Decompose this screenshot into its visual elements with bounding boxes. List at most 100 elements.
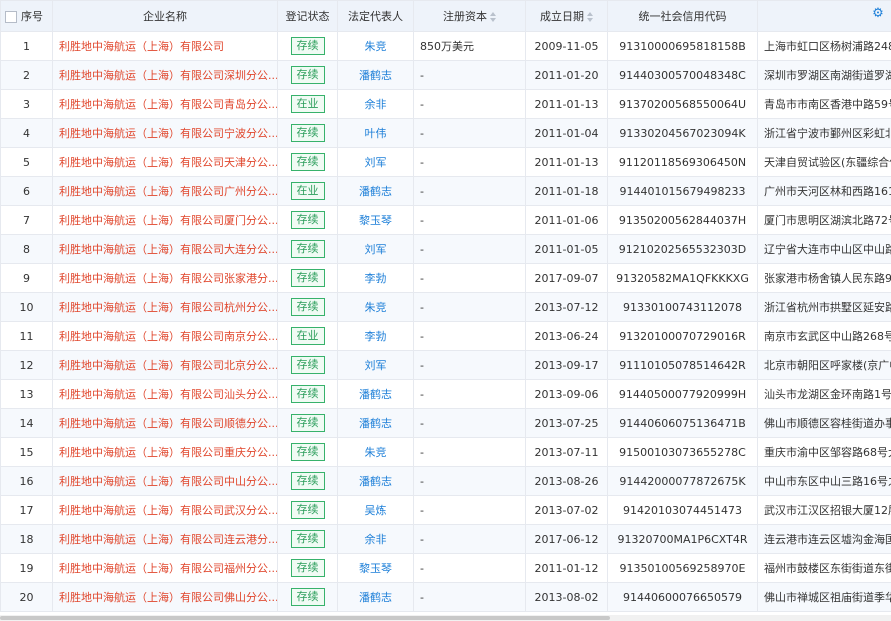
table-row[interactable]: 20 利胜地中海航运（上海）有限公司佛山分公... 存续 潘鹤志 - 2013-08-02…	[0, 582, 891, 612]
legal-rep-link-cell[interactable]: 朱竞	[337, 437, 414, 467]
company-name-link[interactable]: 利胜地中海航运（上海）有限公司连云港分...	[59, 533, 277, 546]
legal-rep-link-cell[interactable]: 朱竞	[337, 31, 414, 61]
legal-rep-link[interactable]: 潘鹤志	[359, 69, 392, 82]
company-name-link[interactable]: 利胜地中海航运（上海）有限公司天津分公...	[59, 156, 277, 169]
header-registered-capital[interactable]: 注册资本	[413, 0, 526, 32]
company-name-link[interactable]: 利胜地中海航运（上海）有限公司杭州分公...	[59, 301, 277, 314]
sort-capital-icon[interactable]	[490, 12, 496, 22]
legal-rep-link[interactable]: 朱竞	[365, 446, 387, 459]
company-name-link[interactable]: 利胜地中海航运（上海）有限公司中山分公...	[59, 475, 277, 488]
company-name-link-cell[interactable]: 利胜地中海航运（上海）有限公司广州分公...	[52, 176, 278, 206]
company-name-link-cell[interactable]: 利胜地中海航运（上海）有限公司武汉分公...	[52, 495, 278, 525]
company-name-link[interactable]: 利胜地中海航运（上海）有限公司汕头分公...	[59, 388, 277, 401]
company-name-link[interactable]: 利胜地中海航运（上海）有限公司福州分公...	[59, 562, 277, 575]
legal-rep-link-cell[interactable]: 潘鹤志	[337, 379, 414, 409]
legal-rep-link-cell[interactable]: 余非	[337, 524, 414, 554]
legal-rep-link[interactable]: 叶伟	[365, 127, 387, 140]
company-name-link[interactable]: 利胜地中海航运（上海）有限公司深圳分公...	[59, 69, 277, 82]
legal-rep-link[interactable]: 朱竞	[365, 40, 387, 53]
table-row[interactable]: 10 利胜地中海航运（上海）有限公司杭州分公... 存续 朱竞 - 2013-07-12 9…	[0, 292, 891, 322]
legal-rep-link[interactable]: 余非	[365, 533, 387, 546]
legal-rep-link-cell[interactable]: 李勃	[337, 263, 414, 293]
table-row[interactable]: 12 利胜地中海航运（上海）有限公司北京分公... 存续 刘军 - 2013-09-17 9…	[0, 350, 891, 380]
table-row[interactable]: 11 利胜地中海航运（上海）有限公司南京分公... 在业 李勃 - 2013-06-24 9…	[0, 321, 891, 351]
select-all-checkbox[interactable]	[5, 11, 17, 23]
company-name-link-cell[interactable]: 利胜地中海航运（上海）有限公司深圳分公...	[52, 60, 278, 90]
company-name-link[interactable]: 利胜地中海航运（上海）有限公司重庆分公...	[59, 446, 277, 459]
legal-rep-link[interactable]: 潘鹤志	[359, 475, 392, 488]
legal-rep-link-cell[interactable]: 刘军	[337, 234, 414, 264]
company-name-link-cell[interactable]: 利胜地中海航运（上海）有限公司汕头分公...	[52, 379, 278, 409]
company-name-link-cell[interactable]: 利胜地中海航运（上海）有限公司厦门分公...	[52, 205, 278, 235]
legal-rep-link[interactable]: 刘军	[365, 156, 387, 169]
legal-rep-link-cell[interactable]: 潘鹤志	[337, 582, 414, 612]
legal-rep-link-cell[interactable]: 叶伟	[337, 118, 414, 148]
table-row[interactable]: 17 利胜地中海航运（上海）有限公司武汉分公... 存续 吴炼 - 2013-07-02 9…	[0, 495, 891, 525]
table-row[interactable]: 19 利胜地中海航运（上海）有限公司福州分公... 存续 黎玉琴 - 2011-01-12…	[0, 553, 891, 583]
table-row[interactable]: 8 利胜地中海航运（上海）有限公司大连分公... 存续 刘军 - 2011-01-05 91…	[0, 234, 891, 264]
legal-rep-link-cell[interactable]: 李勃	[337, 321, 414, 351]
legal-rep-link-cell[interactable]: 潘鹤志	[337, 408, 414, 438]
legal-rep-link-cell[interactable]: 刘军	[337, 350, 414, 380]
company-name-link[interactable]: 利胜地中海航运（上海）有限公司南京分公...	[59, 330, 277, 343]
table-row[interactable]: 16 利胜地中海航运（上海）有限公司中山分公... 存续 潘鹤志 - 2013-08-26…	[0, 466, 891, 496]
legal-rep-link[interactable]: 刘军	[365, 359, 387, 372]
legal-rep-link[interactable]: 吴炼	[365, 504, 387, 517]
legal-rep-link[interactable]: 黎玉琴	[359, 214, 392, 227]
company-name-link[interactable]: 利胜地中海航运（上海）有限公司大连分公...	[59, 243, 277, 256]
legal-rep-link[interactable]: 潘鹤志	[359, 388, 392, 401]
company-name-link[interactable]: 利胜地中海航运（上海）有限公司青岛分公...	[59, 98, 277, 111]
company-name-link[interactable]: 利胜地中海航运（上海）有限公司顺德分公...	[59, 417, 277, 430]
table-row[interactable]: 5 利胜地中海航运（上海）有限公司天津分公... 存续 刘军 - 2011-01-13 91…	[0, 147, 891, 177]
legal-rep-link-cell[interactable]: 潘鹤志	[337, 466, 414, 496]
legal-rep-link-cell[interactable]: 吴炼	[337, 495, 414, 525]
table-row[interactable]: 4 利胜地中海航运（上海）有限公司宁波分公... 存续 叶伟 - 2011-01-04 91…	[0, 118, 891, 148]
company-name-link-cell[interactable]: 利胜地中海航运（上海）有限公司中山分公...	[52, 466, 278, 496]
company-name-link-cell[interactable]: 利胜地中海航运（上海）有限公司	[52, 31, 278, 61]
legal-rep-link-cell[interactable]: 潘鹤志	[337, 60, 414, 90]
company-name-link-cell[interactable]: 利胜地中海航运（上海）有限公司福州分公...	[52, 553, 278, 583]
table-row[interactable]: 18 利胜地中海航运（上海）有限公司连云港分... 存续 余非 - 2017-06-12 9…	[0, 524, 891, 554]
table-row[interactable]: 14 利胜地中海航运（上海）有限公司顺德分公... 存续 潘鹤志 - 2013-07-25…	[0, 408, 891, 438]
company-name-link-cell[interactable]: 利胜地中海航运（上海）有限公司南京分公...	[52, 321, 278, 351]
horizontal-scrollbar[interactable]	[0, 615, 891, 621]
legal-rep-link-cell[interactable]: 潘鹤志	[337, 176, 414, 206]
table-row[interactable]: 3 利胜地中海航运（上海）有限公司青岛分公... 在业 余非 - 2011-01-13 91…	[0, 89, 891, 119]
company-name-link-cell[interactable]: 利胜地中海航运（上海）有限公司北京分公...	[52, 350, 278, 380]
legal-rep-link-cell[interactable]: 黎玉琴	[337, 553, 414, 583]
legal-rep-link[interactable]: 李勃	[365, 272, 387, 285]
legal-rep-link-cell[interactable]: 朱竞	[337, 292, 414, 322]
table-row[interactable]: 13 利胜地中海航运（上海）有限公司汕头分公... 存续 潘鹤志 - 2013-09-06…	[0, 379, 891, 409]
company-name-link-cell[interactable]: 利胜地中海航运（上海）有限公司连云港分...	[52, 524, 278, 554]
company-name-link[interactable]: 利胜地中海航运（上海）有限公司厦门分公...	[59, 214, 277, 227]
table-row[interactable]: 7 利胜地中海航运（上海）有限公司厦门分公... 存续 黎玉琴 - 2011-01-06 9…	[0, 205, 891, 235]
legal-rep-link[interactable]: 余非	[365, 98, 387, 111]
legal-rep-link[interactable]: 李勃	[365, 330, 387, 343]
company-name-link-cell[interactable]: 利胜地中海航运（上海）有限公司大连分公...	[52, 234, 278, 264]
company-name-link[interactable]: 利胜地中海航运（上海）有限公司佛山分公...	[59, 591, 277, 604]
legal-rep-link[interactable]: 黎玉琴	[359, 562, 392, 575]
company-name-link-cell[interactable]: 利胜地中海航运（上海）有限公司天津分公...	[52, 147, 278, 177]
table-row[interactable]: 15 利胜地中海航运（上海）有限公司重庆分公... 存续 朱竞 - 2013-07-11 9…	[0, 437, 891, 467]
horizontal-scrollbar-thumb[interactable]	[0, 616, 610, 620]
legal-rep-link-cell[interactable]: 刘军	[337, 147, 414, 177]
legal-rep-link[interactable]: 刘军	[365, 243, 387, 256]
company-name-link-cell[interactable]: 利胜地中海航运（上海）有限公司顺德分公...	[52, 408, 278, 438]
sort-date-icon[interactable]	[587, 12, 593, 22]
company-name-link-cell[interactable]: 利胜地中海航运（上海）有限公司青岛分公...	[52, 89, 278, 119]
table-row[interactable]: 9 利胜地中海航运（上海）有限公司张家港分... 存续 李勃 - 2017-09-07 91…	[0, 263, 891, 293]
company-name-link[interactable]: 利胜地中海航运（上海）有限公司北京分公...	[59, 359, 277, 372]
company-name-link-cell[interactable]: 利胜地中海航运（上海）有限公司佛山分公...	[52, 582, 278, 612]
company-name-link[interactable]: 利胜地中海航运（上海）有限公司张家港分...	[59, 272, 277, 285]
table-row[interactable]: 2 利胜地中海航运（上海）有限公司深圳分公... 存续 潘鹤志 - 2011-01-20 9…	[0, 60, 891, 90]
table-row[interactable]: 1 利胜地中海航运（上海）有限公司 存续 朱竞 850万美元 2009-11-05 9131…	[0, 31, 891, 61]
company-name-link-cell[interactable]: 利胜地中海航运（上海）有限公司重庆分公...	[52, 437, 278, 467]
column-settings-gear-icon[interactable]: ⚙	[871, 7, 885, 21]
legal-rep-link-cell[interactable]: 黎玉琴	[337, 205, 414, 235]
header-establish-date[interactable]: 成立日期	[525, 0, 608, 32]
legal-rep-link[interactable]: 潘鹤志	[359, 417, 392, 430]
legal-rep-link-cell[interactable]: 余非	[337, 89, 414, 119]
legal-rep-link[interactable]: 潘鹤志	[359, 591, 392, 604]
company-name-link[interactable]: 利胜地中海航运（上海）有限公司宁波分公...	[59, 127, 277, 140]
company-name-link[interactable]: 利胜地中海航运（上海）有限公司	[59, 40, 224, 53]
